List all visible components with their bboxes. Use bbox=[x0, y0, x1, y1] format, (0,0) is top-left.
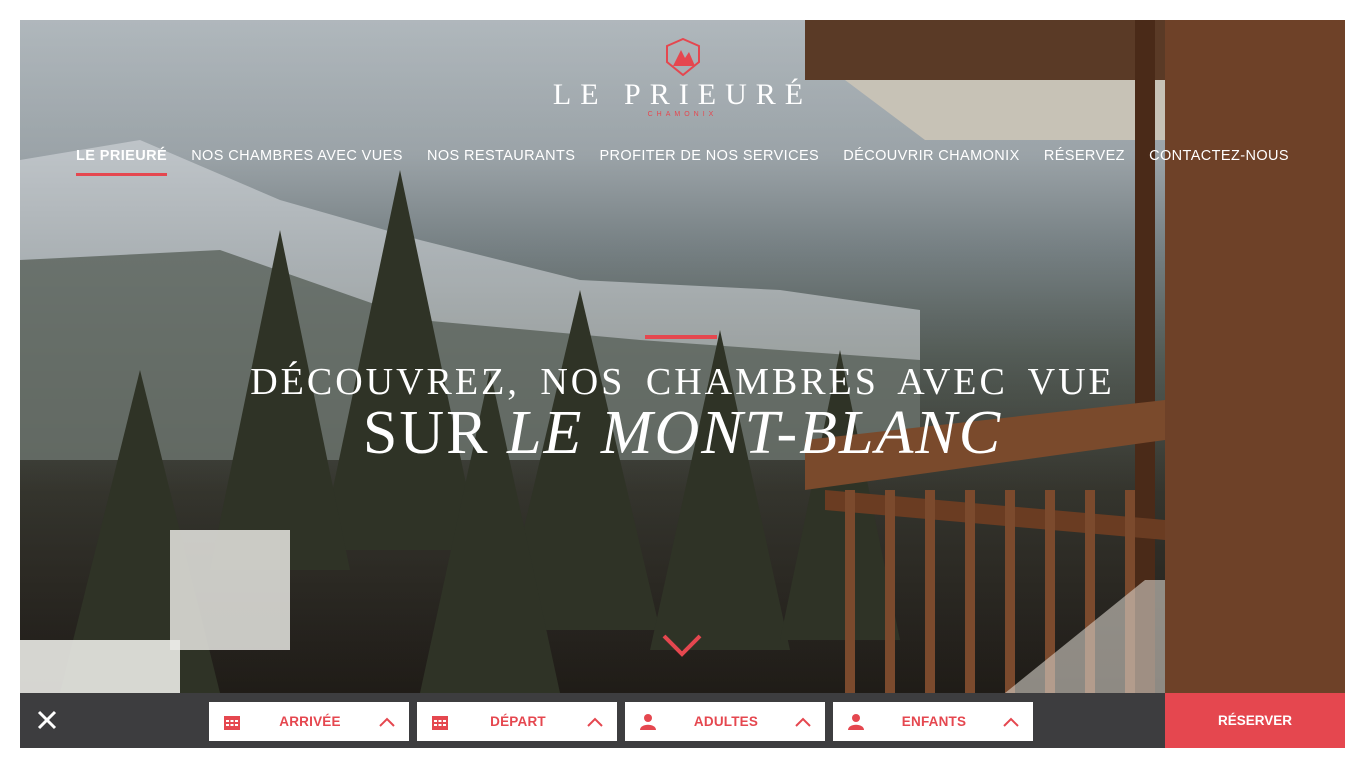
nav-item-chamonix[interactable]: DÉCOUVRIR CHAMONIX bbox=[843, 148, 1019, 176]
hero-line-1: DÉCOUVREZ, NOS CHAMBRES AVEC VUE bbox=[250, 361, 1115, 403]
arrival-date-field[interactable]: ARRIVÉE bbox=[209, 702, 409, 741]
logo-emblem-icon bbox=[665, 38, 700, 76]
hero-background: LE PRIEURÉ CHAMONIX LE PRIEURÉ NOS CHAMB… bbox=[20, 20, 1345, 693]
hero-line-2-emphasis: LE MONT-BLANC bbox=[507, 399, 1003, 467]
hero-line-2: SUR LE MONT-BLANC bbox=[20, 402, 1345, 464]
main-nav: LE PRIEURÉ NOS CHAMBRES AVEC VUES NOS RE… bbox=[76, 148, 1289, 176]
children-field[interactable]: ENFANTS bbox=[833, 702, 1033, 741]
close-icon[interactable] bbox=[36, 709, 58, 731]
adults-label: ADULTES bbox=[693, 714, 759, 729]
reserve-button[interactable]: RÉSERVER bbox=[1165, 693, 1345, 748]
nav-item-restaurants[interactable]: NOS RESTAURANTS bbox=[427, 148, 575, 176]
brand-title: LE PRIEURÉ bbox=[552, 78, 813, 111]
calendar-icon bbox=[224, 715, 240, 730]
hero-line-2-prefix: SUR bbox=[362, 399, 507, 467]
departure-date-field[interactable]: DÉPART bbox=[417, 702, 617, 741]
hero-headline: DÉCOUVREZ, NOS CHAMBRES AVEC VUE SUR LE … bbox=[20, 360, 1345, 464]
children-label: ENFANTS bbox=[901, 714, 967, 729]
nav-item-chambres[interactable]: NOS CHAMBRES AVEC VUES bbox=[191, 148, 403, 176]
chevron-down-icon[interactable] bbox=[661, 632, 703, 658]
booking-bar: ARRIVÉE DÉPART ADULTES ENFANTS RÉSERVER bbox=[20, 693, 1345, 748]
chevron-up-icon bbox=[587, 717, 603, 727]
adults-field[interactable]: ADULTES bbox=[625, 702, 825, 741]
person-icon bbox=[848, 713, 864, 730]
chevron-up-icon bbox=[1003, 717, 1019, 727]
nav-item-contact[interactable]: CONTACTEZ-NOUS bbox=[1149, 148, 1289, 176]
nav-item-reservez[interactable]: RÉSERVEZ bbox=[1044, 148, 1125, 176]
chevron-up-icon bbox=[379, 717, 395, 727]
arrival-label: ARRIVÉE bbox=[279, 714, 341, 729]
nav-item-le-prieure[interactable]: LE PRIEURÉ bbox=[76, 148, 168, 176]
chevron-up-icon bbox=[795, 717, 811, 727]
brand-logo[interactable]: LE PRIEURÉ CHAMONIX bbox=[20, 38, 1345, 118]
balcony-scenery bbox=[805, 20, 1345, 693]
hero-accent-rule bbox=[645, 335, 717, 339]
person-icon bbox=[640, 713, 656, 730]
calendar-icon bbox=[432, 715, 448, 730]
brand-subtitle: CHAMONIX bbox=[647, 111, 718, 118]
departure-label: DÉPART bbox=[490, 714, 546, 729]
nav-item-services[interactable]: PROFITER DE NOS SERVICES bbox=[599, 148, 819, 176]
